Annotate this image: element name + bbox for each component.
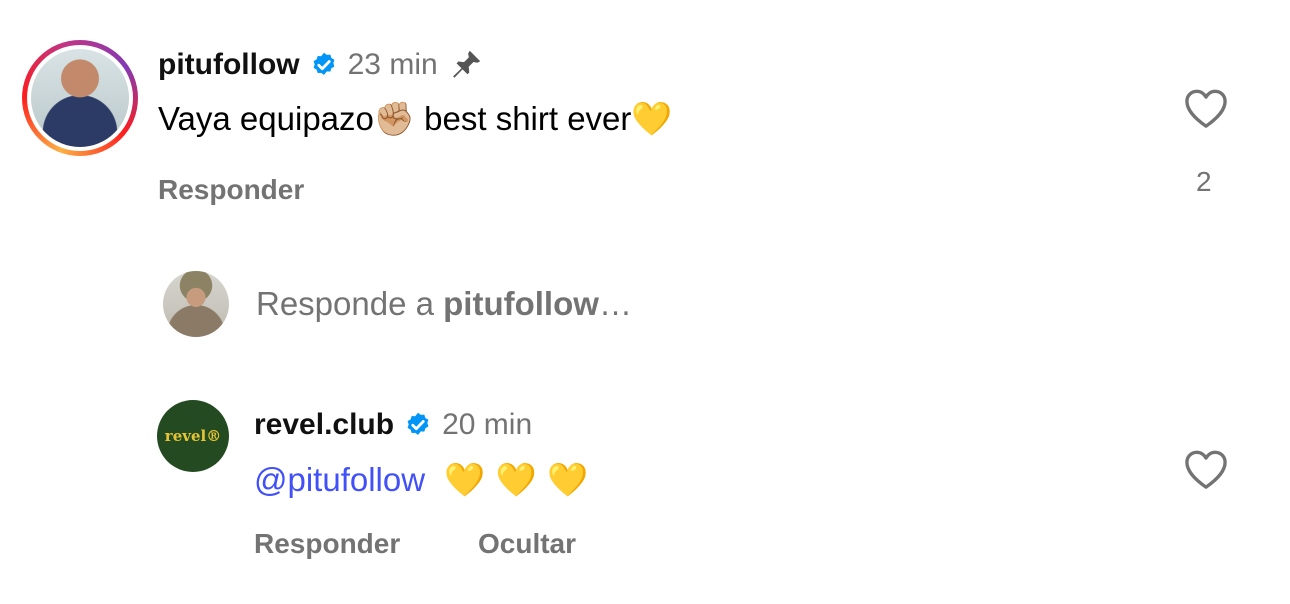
like-heart-icon[interactable] — [1183, 88, 1229, 130]
reply-responder-button[interactable]: Responder — [254, 528, 400, 560]
comment-text: Vaya equipazo✊🏼 best shirt ever💛 — [158, 99, 673, 139]
reply-ellipsis: … — [598, 285, 632, 322]
current-user-avatar — [163, 271, 229, 337]
revel-logo-text: revel® — [164, 427, 222, 445]
comment-time: 23 min — [347, 48, 438, 81]
reply-prefix: Responde a — [256, 285, 444, 322]
like-count: 2 — [1196, 166, 1212, 197]
verified-badge-icon — [407, 412, 429, 435]
reply-header: revel.club 20 min — [254, 408, 532, 442]
yellow-hearts-emoji: 💛 💛 💛 — [444, 460, 589, 499]
comment-header: pitufollow 23 min — [158, 47, 484, 83]
comment-username[interactable]: pitufollow — [158, 48, 300, 82]
pin-icon — [452, 50, 480, 78]
reply-text: @pitufollow 💛 💛 💛 — [254, 460, 589, 500]
reply-time: 20 min — [442, 408, 533, 441]
verified-badge-icon — [313, 52, 335, 75]
mention-link[interactable]: @pitufollow — [254, 461, 425, 498]
reply-button[interactable]: Responder — [158, 174, 304, 206]
comment-text-part1: Vaya equipazo — [158, 100, 374, 137]
reply-username[interactable]: revel.club — [254, 408, 394, 442]
story-ring-avatar[interactable] — [22, 40, 138, 156]
revel-club-avatar[interactable]: revel® — [157, 400, 229, 472]
reply-input[interactable]: Responde a pitufollow… — [256, 285, 632, 323]
hide-button[interactable]: Ocultar — [478, 528, 576, 560]
avatar-border — [27, 45, 133, 151]
like-heart-icon[interactable] — [1183, 449, 1229, 491]
fist-emoji: ✊🏼 — [373, 99, 415, 138]
reply-target: pitufollow — [443, 285, 599, 322]
pitufollow-avatar — [31, 49, 129, 147]
comment-text-part2: best shirt ever — [414, 100, 632, 137]
yellow-heart-emoji: 💛 — [631, 99, 673, 138]
